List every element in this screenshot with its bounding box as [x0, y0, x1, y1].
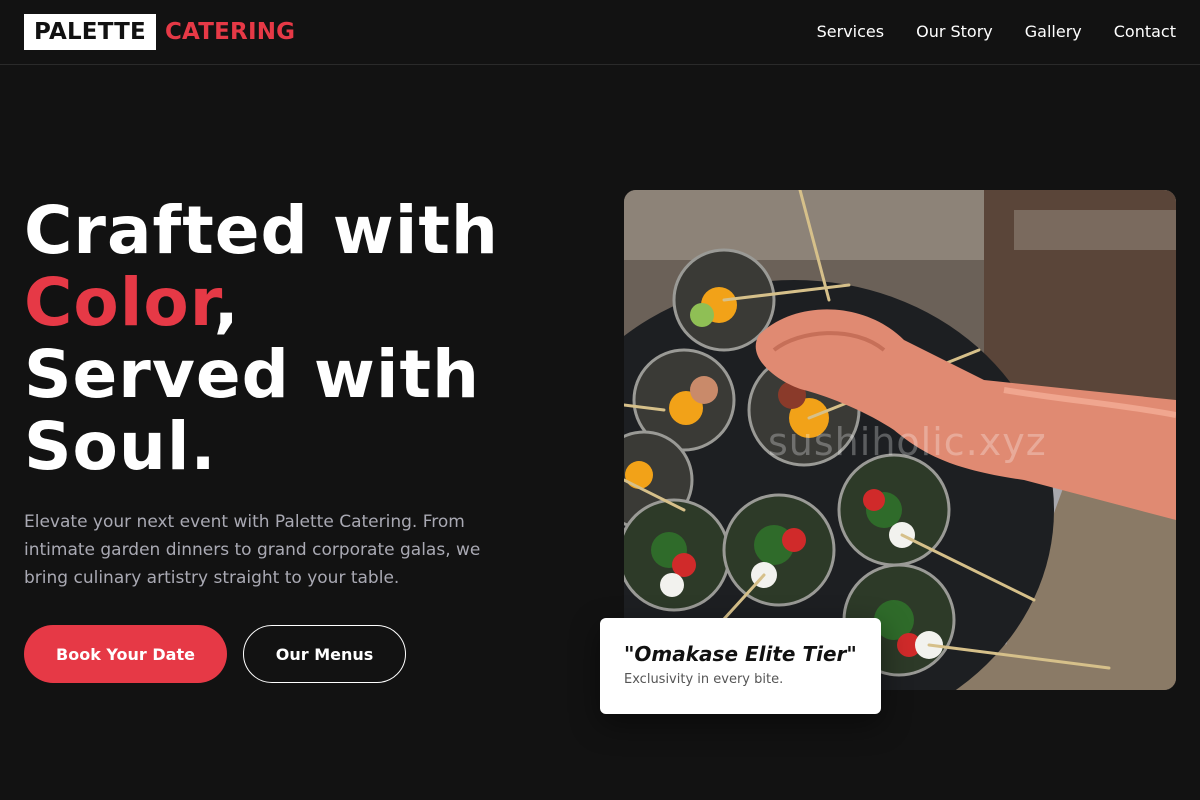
quote-title: "Omakase Elite Tier"	[624, 642, 857, 666]
hero-headline: Crafted with Color, Served with Soul.	[24, 195, 584, 483]
our-menus-button[interactable]: Our Menus	[243, 625, 406, 683]
quote-subtitle: Exclusivity in every bite.	[624, 672, 784, 687]
nav-item-contact[interactable]: Contact	[1114, 22, 1176, 41]
nav-item-our-story[interactable]: Our Story	[916, 22, 993, 41]
headline-line-4: Soul.	[24, 408, 217, 485]
logo-accent: CATERING	[164, 19, 296, 45]
headline-comma: ,	[213, 264, 240, 341]
headline-accent-word: Color	[24, 264, 214, 341]
photo-watermark: sushiholic.xyz	[768, 420, 1047, 464]
hero-description: Elevate your next event with Palette Cat…	[24, 512, 481, 588]
headline-line-3: Served with	[24, 336, 480, 413]
headline-line-1: Crafted with	[24, 192, 499, 269]
nav-item-gallery[interactable]: Gallery	[1025, 22, 1082, 41]
main-nav: Services Our Story Gallery Contact	[817, 0, 1176, 62]
site-header: PALETTE CATERING Services Our Story Gall…	[0, 0, 1200, 65]
logo-primary: PALETTE	[24, 14, 156, 50]
brand-logo[interactable]: PALETTE CATERING	[24, 14, 295, 50]
quote-card: "Omakase Elite Tier" Exclusivity in ever…	[600, 618, 881, 714]
nav-item-services[interactable]: Services	[817, 22, 884, 41]
book-your-date-button[interactable]: Book Your Date	[24, 625, 227, 683]
